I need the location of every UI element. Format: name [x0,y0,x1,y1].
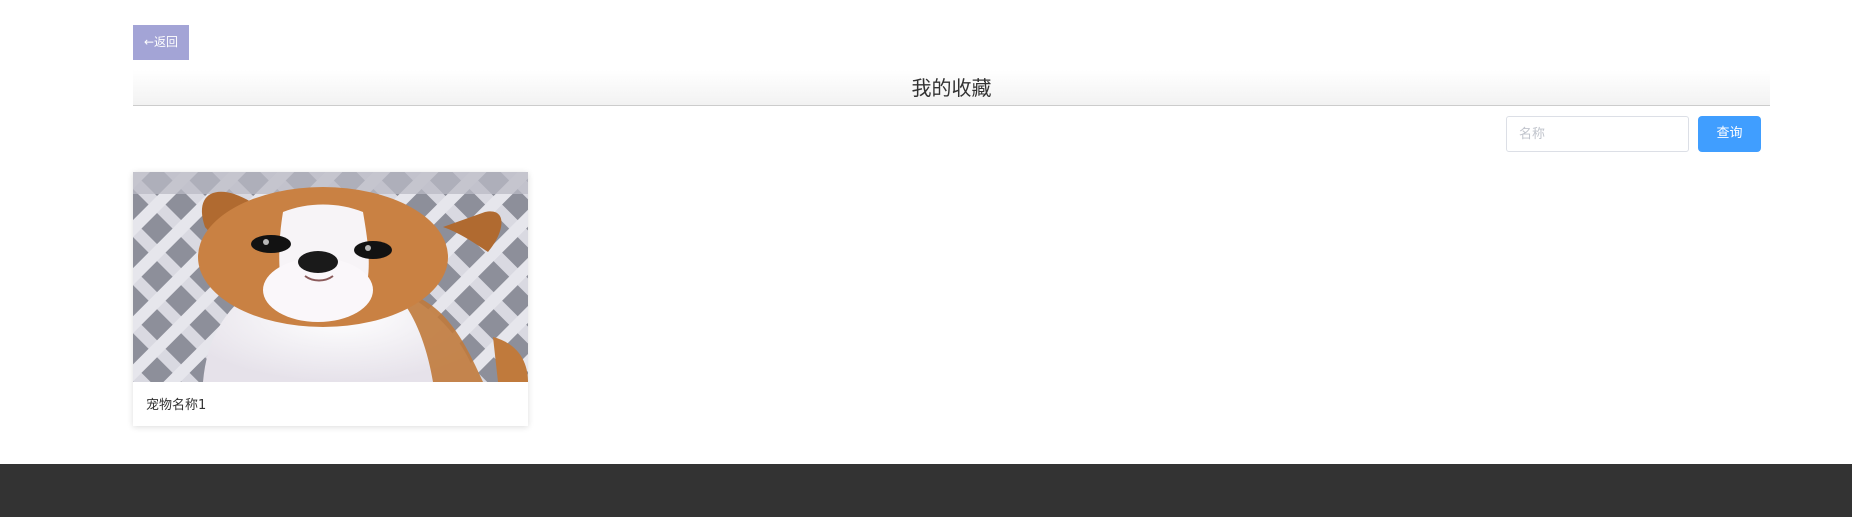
back-button[interactable]: ←返回 [133,25,189,60]
pet-card[interactable]: 宠物名称1 [133,172,528,426]
page-title: 我的收藏 [911,76,992,100]
pet-image[interactable] [133,172,528,382]
page: ←返回 我的收藏 查询 [0,0,1852,517]
query-button[interactable]: 查询 [1698,116,1761,152]
title-bar: 我的收藏 [133,70,1770,106]
footer [0,464,1852,517]
search-input[interactable] [1506,116,1689,152]
pet-name: 宠物名称1 [146,398,207,413]
